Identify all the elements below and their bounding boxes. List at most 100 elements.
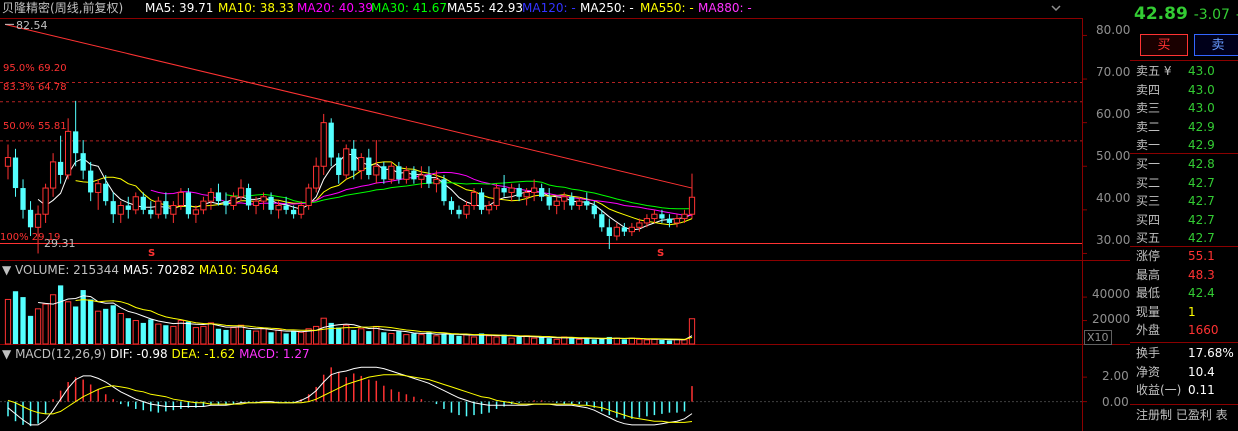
candle-body <box>245 188 252 206</box>
volume-bar <box>569 338 575 344</box>
buy-button[interactable]: 买 <box>1140 34 1188 56</box>
bid-value: 42.7 <box>1188 175 1215 190</box>
divider <box>1130 404 1238 405</box>
volume-bar <box>613 337 620 345</box>
bid-value: 42.7 <box>1188 212 1215 227</box>
candle-body <box>373 165 380 176</box>
candle-body <box>230 196 237 206</box>
volume-bar <box>20 297 26 344</box>
volume-bar <box>215 328 222 344</box>
price-tick-30: 30.00 <box>1096 233 1131 247</box>
candle-body <box>336 157 342 175</box>
volume-bar <box>237 324 245 345</box>
candle-body <box>478 192 485 210</box>
volume-bar <box>148 319 154 344</box>
volume-bar <box>223 329 229 344</box>
candle-body <box>177 191 185 206</box>
volume-bar <box>666 340 673 344</box>
candle-body <box>448 201 455 210</box>
candle-body <box>207 191 215 202</box>
candle-body <box>576 200 583 206</box>
candle-body <box>215 192 222 202</box>
candle-body <box>561 196 568 202</box>
volume-bar <box>531 337 538 345</box>
candle-body <box>290 209 297 215</box>
volume-bar <box>163 325 169 344</box>
volume-bar <box>456 335 462 344</box>
macd-name: MACD(12,26,9) <box>15 347 107 361</box>
candle-body <box>426 174 432 184</box>
volume-bar <box>659 339 665 344</box>
bid-row-2: 买三 42.7 <box>1136 192 1238 210</box>
volume-bar <box>396 331 402 344</box>
volume-bar <box>358 328 365 345</box>
fib-95: 95.0% 69.20 <box>3 63 67 74</box>
candle-body <box>351 148 357 171</box>
stat2-row-0: 换手 17.68% <box>1136 344 1238 362</box>
volume-bar <box>576 338 583 345</box>
candle-body <box>298 204 305 215</box>
candle-body <box>200 200 207 211</box>
volume-bar <box>80 290 86 344</box>
ask-label: 卖一 <box>1136 138 1161 153</box>
volume-bar <box>132 320 139 345</box>
candle-body <box>418 174 425 180</box>
ask-row-2: 卖三 43.0 <box>1136 99 1238 117</box>
candle-body <box>456 209 462 215</box>
volume-bar <box>155 323 162 345</box>
candle-body <box>388 165 395 180</box>
chart-canvas[interactable] <box>0 0 1130 431</box>
candle-body <box>49 161 57 189</box>
stat2-value: 10.4 <box>1188 364 1215 379</box>
stat-value: 48.3 <box>1188 267 1215 282</box>
bid-row-0: 买一 42.8 <box>1136 155 1238 173</box>
candle-body <box>34 213 42 228</box>
volume-bar <box>381 332 387 344</box>
dif-line <box>7 366 693 426</box>
fib-83: 83.3% 64.78 <box>3 82 67 93</box>
bid-value: 42.7 <box>1188 231 1215 246</box>
divider <box>1130 342 1238 343</box>
volume-bar <box>268 332 274 344</box>
candle-body <box>65 130 72 176</box>
volume-bar <box>185 321 192 344</box>
candle-body <box>328 122 334 158</box>
macd-dif: DIF: -0.98 <box>110 347 168 361</box>
candle-body <box>621 227 627 232</box>
ask-row-3: 卖二 42.9 <box>1136 118 1238 136</box>
candle-body <box>95 183 102 193</box>
volume-icon: ▼ <box>2 263 12 277</box>
volume-bar <box>591 339 597 344</box>
volume-bar <box>103 308 109 344</box>
volume-bar <box>418 334 425 345</box>
volume-bar <box>4 298 12 345</box>
volume-ma5: MA5: 70282 <box>122 263 196 277</box>
stat-label: 现量 <box>1136 304 1161 319</box>
volume-bar <box>245 329 252 344</box>
price-value: 42.89 <box>1134 4 1188 24</box>
volume-bar <box>628 337 635 345</box>
candle-body <box>463 204 470 215</box>
candle-body <box>110 201 116 215</box>
s-mark-2: S <box>657 248 665 259</box>
sell-button[interactable]: 卖 <box>1194 34 1238 56</box>
candle-body <box>12 157 19 189</box>
volume-bar <box>411 333 417 344</box>
volume-bar <box>290 331 297 344</box>
candle-body <box>73 131 79 154</box>
volume-bar <box>433 335 440 345</box>
stat2-label: 净资 <box>1136 364 1161 379</box>
candle-body <box>651 213 658 220</box>
price-tick-80: 80.00 <box>1096 23 1131 37</box>
stat-row-1: 最高 48.3 <box>1136 266 1238 284</box>
candle-body <box>470 191 478 206</box>
volume-bar <box>177 320 185 345</box>
volume-bar <box>207 322 215 345</box>
volume-bar <box>553 338 560 345</box>
volume-bar <box>388 332 395 345</box>
candle-body <box>313 165 320 189</box>
stat-value: 1 <box>1188 304 1196 319</box>
candle-body <box>569 196 575 206</box>
volume-bar <box>441 333 447 344</box>
stat-label: 最高 <box>1136 267 1161 282</box>
